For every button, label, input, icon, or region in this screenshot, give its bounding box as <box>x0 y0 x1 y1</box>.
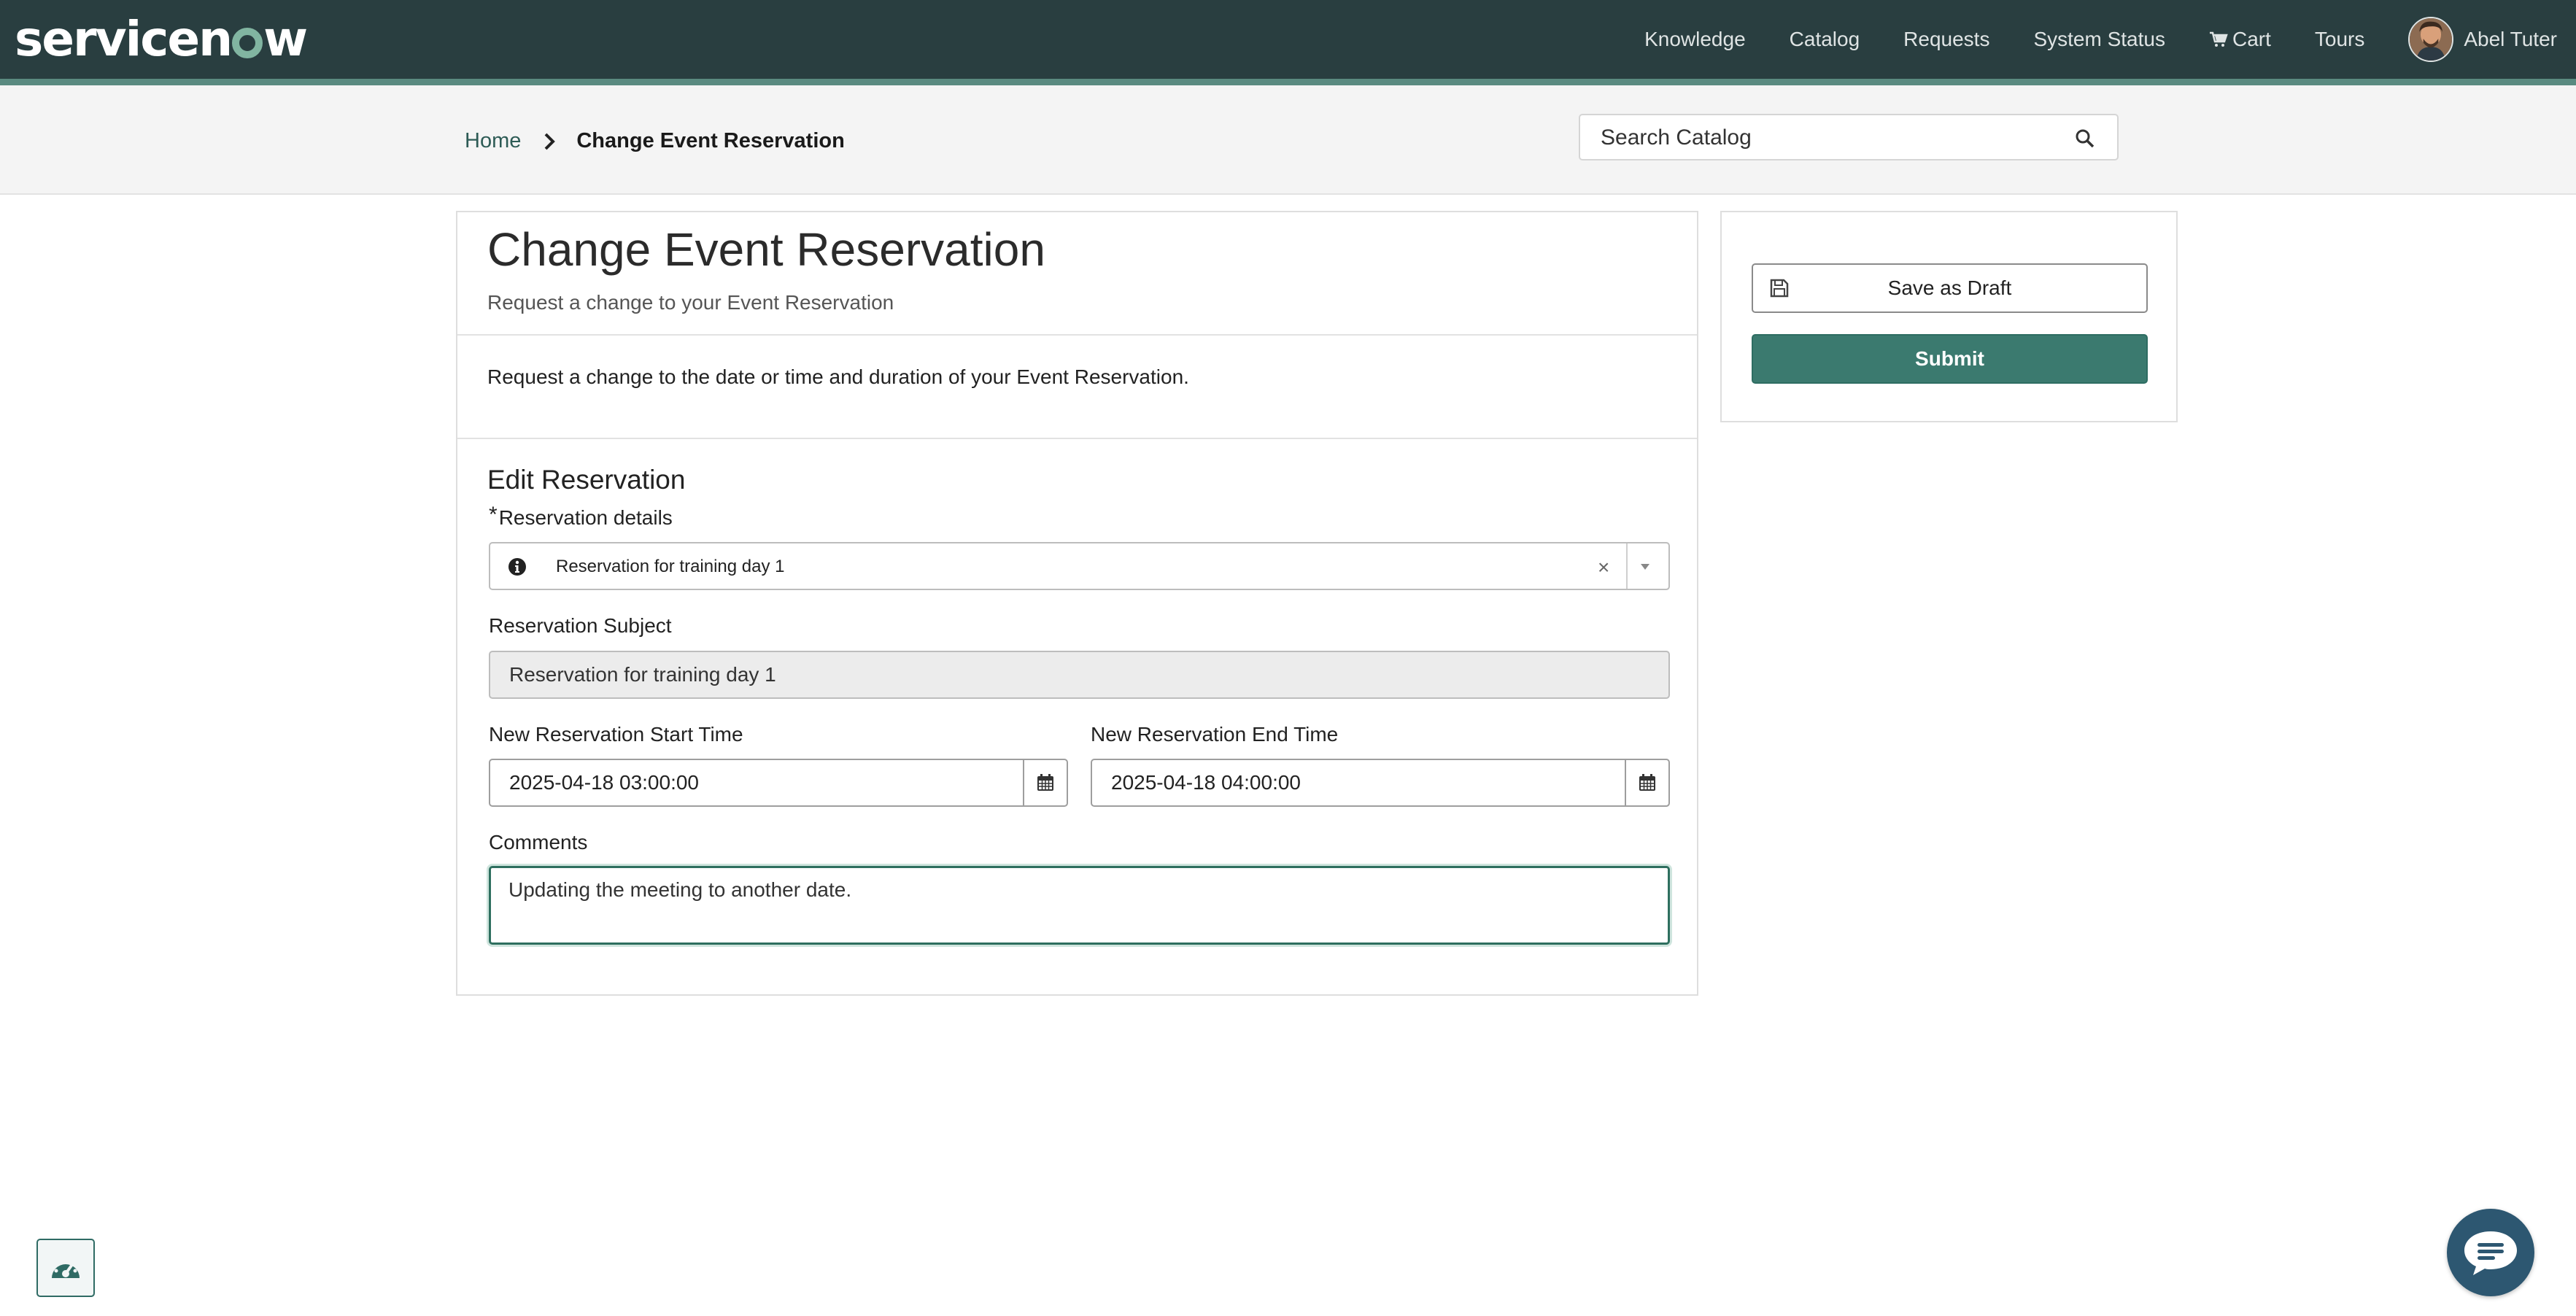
comments-textarea[interactable]: Updating the meeting to another date. <box>489 866 1670 945</box>
breadcrumb-current: Change Event Reservation <box>576 129 845 152</box>
submit-button[interactable]: Submit <box>1752 334 2148 384</box>
cart-icon <box>2209 31 2228 47</box>
close-icon[interactable]: × <box>1598 556 1609 579</box>
breadcrumb-home-link[interactable]: Home <box>465 129 521 153</box>
servicenow-logo[interactable]: servicen w <box>15 10 308 69</box>
reservation-details-select[interactable]: Reservation for training day 1 × <box>489 542 1670 590</box>
nav-item-system-status[interactable]: System Status <box>2033 28 2165 51</box>
start-time-field[interactable]: 2025-04-18 03:00:00 <box>489 759 1068 807</box>
catalog-item-form: Change Event Reservation Request a chang… <box>456 211 1698 996</box>
start-time-value: 2025-04-18 03:00:00 <box>509 771 699 794</box>
breadcrumb: Home Change Event Reservation <box>465 129 845 153</box>
end-time-calendar-button[interactable] <box>1625 760 1668 805</box>
reservation-subject-label: Reservation Subject <box>489 614 672 637</box>
page-title: Change Event Reservation <box>487 223 1045 276</box>
end-time-label: New Reservation End Time <box>1091 723 1339 746</box>
floppy-disk-icon <box>1770 279 1789 298</box>
logo-o-ring <box>232 28 263 58</box>
select-separator <box>1626 543 1628 589</box>
accessibility-dashboard-button[interactable] <box>36 1239 95 1297</box>
info-icon[interactable] <box>508 557 527 576</box>
search-catalog <box>1579 114 2119 160</box>
required-marker: * <box>489 503 498 527</box>
comments-label: Comments <box>489 831 588 854</box>
nav-item-knowledge[interactable]: Knowledge <box>1644 28 1746 51</box>
nav-menu: Knowledge Catalog Requests System Status… <box>1601 0 2557 79</box>
divider <box>457 334 1697 336</box>
sub-header: Home Change Event Reservation <box>0 85 2576 195</box>
nav-item-catalog[interactable]: Catalog <box>1790 28 1860 51</box>
page-subtitle: Request a change to your Event Reservati… <box>487 291 894 314</box>
reservation-subject-field: Reservation for training day 1 <box>489 651 1670 699</box>
nav-item-cart[interactable]: Cart <box>2209 28 2271 51</box>
end-time-field[interactable]: 2025-04-18 04:00:00 <box>1091 759 1670 807</box>
save-as-draft-label: Save as Draft <box>1887 276 2012 299</box>
reservation-details-value: Reservation for training day 1 <box>556 557 785 576</box>
chevron-down-icon[interactable] <box>1640 563 1650 570</box>
nav-item-tours[interactable]: Tours <box>2315 28 2364 51</box>
dashboard-gauge-icon <box>52 1258 80 1278</box>
start-time-calendar-button[interactable] <box>1023 760 1067 805</box>
chat-bubble-icon <box>2464 1231 2517 1275</box>
end-time-value: 2025-04-18 04:00:00 <box>1111 771 1301 794</box>
reservation-details-label: *Reservation details <box>489 503 673 529</box>
search-input[interactable] <box>1599 124 2069 152</box>
user-name: Abel Tuter <box>2464 28 2557 50</box>
virtual-agent-chat-button[interactable] <box>2447 1209 2534 1296</box>
item-description: Request a change to the date or time and… <box>487 365 1189 388</box>
comments-value: Updating the meeting to another date. <box>508 878 852 901</box>
user-menu[interactable]: Abel Tuter <box>2408 17 2557 62</box>
search-icon[interactable] <box>2075 128 2095 149</box>
top-navigation: servicen w Knowledge Catalog Requests Sys… <box>0 0 2576 85</box>
calendar-icon <box>1639 774 1655 791</box>
divider <box>457 438 1697 439</box>
start-time-label: New Reservation Start Time <box>489 723 743 746</box>
section-title: Edit Reservation <box>487 465 686 495</box>
order-actions-panel: Save as Draft Submit <box>1720 211 2178 422</box>
calendar-icon <box>1037 774 1053 791</box>
save-as-draft-button[interactable]: Save as Draft <box>1752 263 2148 313</box>
avatar <box>2408 17 2454 62</box>
cart-label: Cart <box>2232 28 2271 50</box>
nav-item-requests[interactable]: Requests <box>1903 28 1989 51</box>
chevron-right-icon <box>544 133 556 150</box>
